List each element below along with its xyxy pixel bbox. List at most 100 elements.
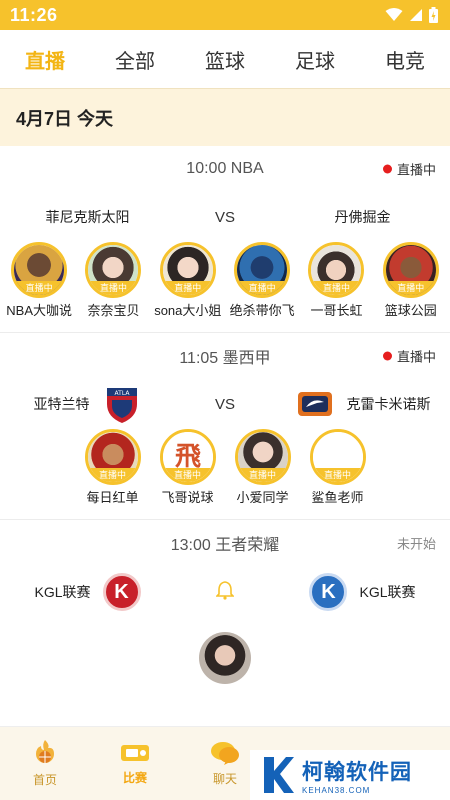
avatar[interactable]: 直播中 [11, 242, 68, 298]
anchor-item[interactable]: 直播中 篮球公园 [374, 242, 448, 320]
vs-label: VS [214, 208, 235, 226]
match-card[interactable]: 11:05 墨西甲 直播中 亚特兰特 ATLA VS 克雷卡米诺斯 直播中 每日… [0, 333, 450, 520]
live-tag: 直播中 [237, 468, 288, 482]
anchor-name: 篮球公园 [384, 303, 437, 318]
avatar[interactable]: 直播中 [382, 242, 439, 298]
match-title: 13:00 王者荣耀 [170, 537, 280, 554]
nav-chat-label: 聊天 [212, 772, 237, 786]
avatar[interactable]: 直播中 [159, 242, 216, 298]
match-header: 13:00 王者荣耀 未开始 [0, 520, 450, 566]
watermark: 柯翰软件园 KEHAN38.COM [250, 750, 450, 800]
avatar[interactable] [199, 632, 251, 684]
home-team-name: 菲尼克斯太阳 [45, 209, 130, 225]
signal-icon [410, 9, 422, 21]
nav-matches[interactable]: 比赛 [95, 741, 175, 786]
status-bar: 11:26 [0, 0, 450, 30]
anchor-item[interactable]: 直播中 奈奈宝贝 [76, 242, 150, 320]
live-tag: 直播中 [14, 281, 65, 295]
anchor-item[interactable]: 飛 直播中 飞哥说球 [150, 429, 225, 507]
anchor-name: 绝杀带你飞 [229, 303, 295, 318]
nav-matches-label: 比赛 [122, 771, 147, 785]
bell-icon [215, 581, 235, 600]
avatar[interactable]: 直播中 [84, 429, 141, 485]
anchor-name: sona大小姐 [154, 303, 222, 318]
tab-basketball[interactable]: 篮球 [197, 39, 253, 80]
live-tag: 直播中 [237, 281, 288, 295]
avatar[interactable]: 直播中 [234, 429, 291, 485]
anchor-list [0, 618, 450, 684]
watermark-title: 柯翰软件园 [302, 760, 412, 784]
home-team: 菲尼克斯太阳 [0, 207, 175, 227]
anchor-name: 鲨鱼老师 [311, 490, 364, 505]
home-team-name: 亚特兰特 [33, 396, 90, 412]
home-team: KGL联赛 K [0, 573, 175, 611]
live-tag: 直播中 [162, 281, 213, 295]
away-team: 丹佛掘金 [275, 207, 450, 227]
anchor-item[interactable]: 直播中 NBA大咖说 [2, 242, 76, 320]
anchor-name: 一哥长虹 [310, 303, 363, 318]
anchor-item[interactable]: 直播中 鲨鱼老师 [300, 429, 375, 507]
nav-home-label: 首页 [32, 773, 57, 787]
live-tag: 直播中 [385, 281, 436, 295]
match-header: 11:05 墨西甲 直播中 [0, 333, 450, 379]
kgl-logo-icon: K [309, 573, 348, 611]
match-teams: 菲尼克斯太阳 VS 丹佛掘金 [0, 192, 450, 242]
avatar[interactable]: 直播中 [234, 242, 291, 298]
vs-label: VS [214, 395, 235, 413]
match-title: 11:05 墨西甲 [179, 350, 271, 367]
anchor-list: 直播中 NBA大咖说 直播中 奈奈宝贝 直播中 sona大小姐 直播中 绝杀带你… [0, 242, 450, 332]
wifi-icon [385, 8, 403, 21]
tab-esports[interactable]: 电竞 [377, 39, 433, 80]
match-teams: KGL联赛 K K KGL联赛 [0, 566, 450, 618]
basketball-flame-icon [36, 740, 54, 763]
battery-icon [429, 7, 438, 23]
match-card[interactable]: 10:00 NBA 直播中 菲尼克斯太阳 VS 丹佛掘金 直播中 NBA大咖说 … [0, 146, 450, 333]
anchor-name: 每日红单 [86, 490, 139, 505]
tab-football[interactable]: 足球 [287, 39, 343, 80]
away-team-name: KGL联赛 [359, 584, 416, 600]
away-team: K KGL联赛 [275, 573, 450, 611]
watermark-text: 柯翰软件园 KEHAN38.COM [302, 756, 412, 795]
anchor-list: 直播中 每日红单 飛 直播中 飞哥说球 直播中 小爱同学 直播中 鲨鱼老师 [0, 429, 450, 519]
avatar[interactable]: 直播中 [309, 429, 366, 485]
tab-all[interactable]: 全部 [107, 39, 163, 80]
live-tag: 直播中 [312, 468, 363, 482]
match-title: 10:00 NBA [186, 160, 264, 177]
avatar[interactable]: 直播中 [85, 242, 142, 298]
svg-text:ATLA: ATLA [114, 390, 130, 397]
anchor-item[interactable]: 直播中 一哥长虹 [299, 242, 373, 320]
anchor-item[interactable]: 直播中 绝杀带你飞 [225, 242, 299, 320]
ticket-icon [121, 745, 149, 761]
match-header: 10:00 NBA 直播中 [0, 146, 450, 192]
kgl-logo-icon: K [102, 573, 141, 611]
live-tag: 直播中 [162, 468, 213, 482]
anchor-name: NBA大咖说 [6, 303, 73, 318]
watermark-url: KEHAN38.COM [302, 785, 371, 795]
anchor-item[interactable]: 直播中 每日红单 [75, 429, 150, 507]
anchor-name: 奈奈宝贝 [87, 303, 140, 318]
avatar[interactable]: 飛 直播中 [159, 429, 216, 485]
live-dot-icon [382, 164, 392, 174]
live-tag: 直播中 [88, 281, 139, 295]
category-tabs: 直播 全部 篮球 足球 电竞 [0, 30, 450, 88]
anchor-item[interactable]: 直播中 sona大小姐 [151, 242, 225, 320]
reminder-bell[interactable] [175, 580, 275, 604]
live-status-label: 直播中 [396, 162, 436, 178]
match-card[interactable]: 13:00 王者荣耀 未开始 KGL联赛 K K KGL联赛 [0, 520, 450, 684]
away-team-name: 丹佛掘金 [334, 209, 391, 225]
nav-home[interactable]: 首页 [5, 739, 85, 788]
live-dot-icon [382, 351, 392, 361]
live-tag: 直播中 [311, 281, 362, 295]
live-tag: 直播中 [87, 468, 138, 482]
away-team: 克雷卡米诺斯 [275, 384, 450, 424]
away-team-name: 克雷卡米诺斯 [346, 396, 431, 412]
avatar[interactable]: 直播中 [308, 242, 365, 298]
not-started-status: 未开始 [396, 536, 436, 552]
date-header: 4月7日 今天 [0, 88, 450, 146]
live-status: 直播中 [382, 160, 436, 179]
tab-live[interactable]: 直播 [17, 39, 73, 80]
watermark-logo-icon [264, 757, 294, 793]
cancun-logo-icon [295, 384, 335, 424]
anchor-item[interactable]: 直播中 小爱同学 [225, 429, 300, 507]
status-icons [385, 7, 438, 23]
